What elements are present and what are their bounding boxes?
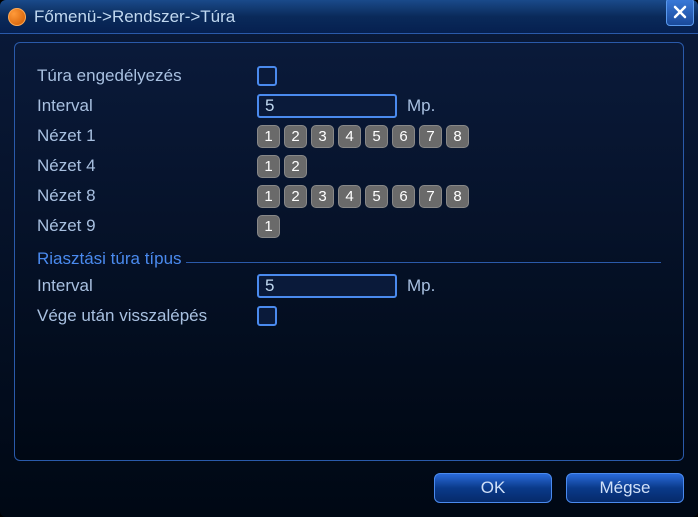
view-preset-button[interactable]: 1 bbox=[257, 155, 280, 178]
label-view-9: Nézet 9 bbox=[37, 216, 257, 236]
label-return-after-end: Vége után visszalépés bbox=[37, 306, 257, 326]
unit-interval-1: Mp. bbox=[407, 96, 435, 116]
row-interval-2: Interval Mp. bbox=[37, 271, 661, 301]
view-preset-button[interactable]: 2 bbox=[284, 125, 307, 148]
view-preset-button[interactable]: 8 bbox=[446, 185, 469, 208]
content-panel: Túra engedélyezés Interval Mp. Nézet 1 1… bbox=[14, 42, 684, 461]
input-interval-1[interactable] bbox=[257, 94, 397, 118]
row-view-9: Nézet 9 1 bbox=[37, 211, 661, 241]
dialog-window: Főmenü->Rendszer->Túra Túra engedélyezés… bbox=[0, 0, 698, 517]
close-button[interactable] bbox=[666, 0, 694, 26]
view-preset-button[interactable]: 7 bbox=[419, 185, 442, 208]
view-preset-button[interactable]: 3 bbox=[311, 185, 334, 208]
section-divider bbox=[186, 262, 661, 263]
view-preset-button[interactable]: 1 bbox=[257, 125, 280, 148]
view-preset-button[interactable]: 4 bbox=[338, 125, 361, 148]
app-icon bbox=[8, 8, 26, 26]
view-preset-button[interactable]: 1 bbox=[257, 185, 280, 208]
label-view-1: Nézet 1 bbox=[37, 126, 257, 146]
view-preset-button[interactable]: 6 bbox=[392, 185, 415, 208]
view8-buttons: 12345678 bbox=[257, 185, 469, 208]
titlebar: Főmenü->Rendszer->Túra bbox=[0, 0, 698, 34]
view1-buttons: 12345678 bbox=[257, 125, 469, 148]
view9-buttons: 1 bbox=[257, 215, 280, 238]
view-preset-button[interactable]: 1 bbox=[257, 215, 280, 238]
view-preset-button[interactable]: 7 bbox=[419, 125, 442, 148]
row-interval-1: Interval Mp. bbox=[37, 91, 661, 121]
label-view-8: Nézet 8 bbox=[37, 186, 257, 206]
view-preset-button[interactable]: 8 bbox=[446, 125, 469, 148]
row-return-after-end: Vége után visszalépés bbox=[37, 301, 661, 331]
input-interval-2[interactable] bbox=[257, 274, 397, 298]
window-title: Főmenü->Rendszer->Túra bbox=[34, 7, 235, 27]
view-preset-button[interactable]: 5 bbox=[365, 125, 388, 148]
row-view-8: Nézet 8 12345678 bbox=[37, 181, 661, 211]
view-preset-button[interactable]: 4 bbox=[338, 185, 361, 208]
label-interval-1: Interval bbox=[37, 96, 257, 116]
section-title-text: Riasztási túra típus bbox=[37, 249, 182, 269]
view-preset-button[interactable]: 5 bbox=[365, 185, 388, 208]
view-preset-button[interactable]: 2 bbox=[284, 155, 307, 178]
view4-buttons: 12 bbox=[257, 155, 307, 178]
row-tour-enable: Túra engedélyezés bbox=[37, 61, 661, 91]
view-preset-button[interactable]: 6 bbox=[392, 125, 415, 148]
cancel-button[interactable]: Mégse bbox=[566, 473, 684, 503]
view-preset-button[interactable]: 3 bbox=[311, 125, 334, 148]
checkbox-tour-enable[interactable] bbox=[257, 66, 277, 86]
label-tour-enable: Túra engedélyezés bbox=[37, 66, 257, 86]
row-view-4: Nézet 4 12 bbox=[37, 151, 661, 181]
section-alarm-tour: Riasztási túra típus bbox=[37, 241, 661, 271]
row-view-1: Nézet 1 12345678 bbox=[37, 121, 661, 151]
close-icon bbox=[673, 5, 687, 19]
checkbox-return-after-end[interactable] bbox=[257, 306, 277, 326]
footer: OK Mégse bbox=[434, 473, 684, 503]
label-view-4: Nézet 4 bbox=[37, 156, 257, 176]
label-interval-2: Interval bbox=[37, 276, 257, 296]
view-preset-button[interactable]: 2 bbox=[284, 185, 307, 208]
ok-button[interactable]: OK bbox=[434, 473, 552, 503]
unit-interval-2: Mp. bbox=[407, 276, 435, 296]
